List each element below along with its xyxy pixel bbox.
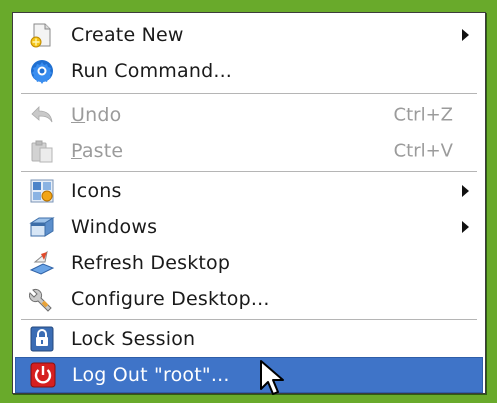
- submenu-arrow-icon: [462, 29, 469, 41]
- undo-icon: [31, 106, 53, 123]
- lock-icon: [30, 326, 54, 352]
- menu-item-label: Run Command...: [71, 60, 233, 82]
- shortcut-label: Ctrl+Z: [393, 104, 453, 126]
- windows-icon: [29, 217, 55, 237]
- icons-icon: [30, 179, 54, 203]
- menu-item-configure-desktop[interactable]: Configure Desktop...: [15, 281, 483, 317]
- run-command-icon: [31, 60, 53, 84]
- menu-item-label: Log Out "root"...: [72, 364, 230, 386]
- new-document-icon: [30, 23, 51, 48]
- menu-item-label: Refresh Desktop: [71, 252, 231, 274]
- menu-item-label: Undo: [71, 104, 122, 126]
- submenu-arrow-icon: [462, 185, 469, 197]
- menu-item-log-out[interactable]: Log Out "root"...: [15, 357, 483, 393]
- paste-icon: [31, 140, 53, 163]
- menu-item-label: Windows: [71, 216, 158, 238]
- logout-icon: [30, 362, 56, 388]
- menu-item-label: Configure Desktop...: [71, 288, 270, 310]
- menu-item-run-command[interactable]: Run Command...: [15, 53, 483, 89]
- configure-icon: [29, 288, 52, 312]
- desktop-context-menu: Create New Run Command... Undo Ctrl+Z Pa…: [12, 12, 486, 394]
- menu-item-icons[interactable]: Icons: [15, 173, 483, 209]
- menu-item-undo[interactable]: Undo Ctrl+Z: [15, 97, 483, 133]
- menu-separator: [21, 93, 477, 95]
- menu-item-label: Create New: [71, 24, 184, 46]
- mouse-cursor-icon: [260, 360, 284, 395]
- refresh-desktop-icon: [29, 250, 55, 275]
- menu-item-refresh-desktop[interactable]: Refresh Desktop: [15, 245, 483, 281]
- menu-item-paste[interactable]: Paste Ctrl+V: [15, 133, 483, 169]
- shortcut-label: Ctrl+V: [393, 140, 453, 162]
- menu-item-lock-session[interactable]: Lock Session: [15, 321, 483, 357]
- menu-item-label: Icons: [71, 180, 122, 202]
- menu-item-label: Lock Session: [71, 328, 196, 350]
- menu-item-label: Paste: [71, 140, 124, 162]
- menu-item-windows[interactable]: Windows: [15, 209, 483, 245]
- menu-item-create-new[interactable]: Create New: [15, 17, 483, 53]
- submenu-arrow-icon: [462, 221, 469, 233]
